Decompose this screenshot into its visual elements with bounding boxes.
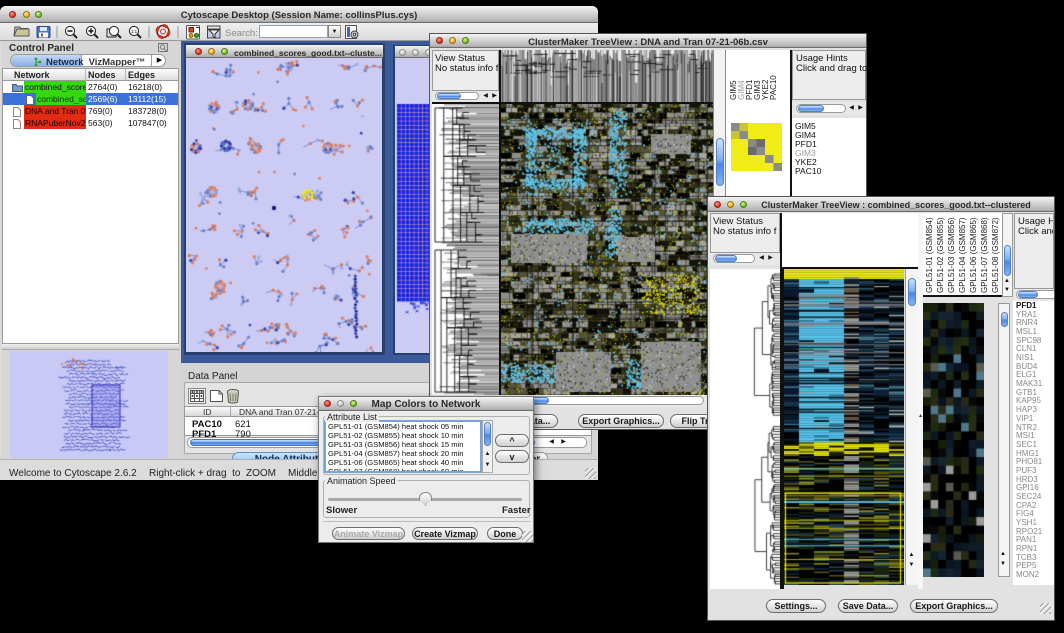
svg-text:1:1: 1:1 (131, 29, 138, 34)
